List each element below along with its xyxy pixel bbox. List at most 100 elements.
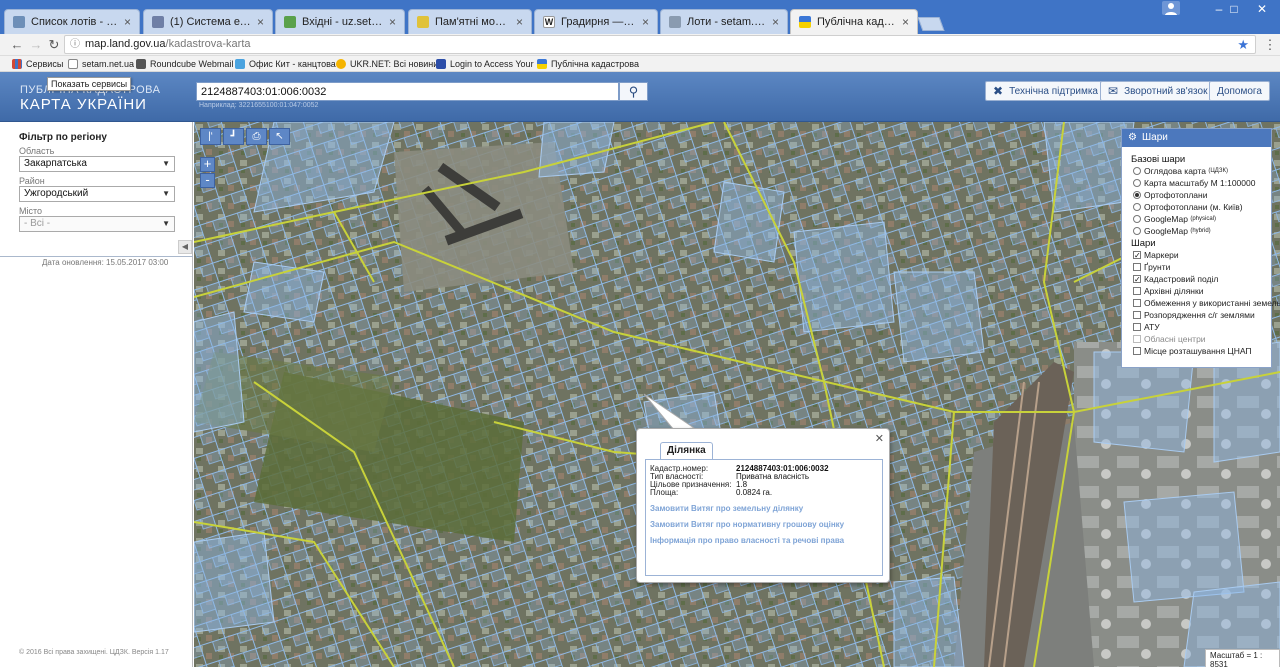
copyright: © 2016 Всі права захищені. ЦДЗК. Версія … [19,649,169,656]
profile-icon[interactable] [1162,1,1180,15]
flag-icon [537,59,547,69]
district-label: Район [19,176,45,186]
app-header: ПУБЛІЧНА КАДАСТРОВА КАРТА УКРАЇНИ ⚲ Напр… [0,72,1280,122]
browser-tab[interactable]: Список лотів - setam.n× [4,9,140,34]
browser-tab[interactable]: Лоти - setam.net.ua× [660,9,788,34]
order-extract-link[interactable]: Замовити Витяг про земельну ділянку [650,504,803,513]
overlay-checkbox[interactable]: Ґрунти [1133,262,1170,272]
feedback-button[interactable]: ✉ Зворотний зв'язок [1100,81,1216,101]
parcel-details: Кадастр.номер: 2124887403:01:006:0032 Тип… [645,459,883,576]
overlay-checkbox[interactable]: ✓ Кадастровий поділ [1133,274,1218,284]
city-label: Місто [19,206,43,216]
help-button[interactable]: Допомога [1209,81,1270,101]
base-layer-option[interactable]: Оглядова карта (ЦДЗК) [1133,166,1228,176]
tab-parcel[interactable]: Ділянка [660,442,713,459]
tools-icon: ✖ [993,84,1004,98]
city-select[interactable]: - Всі - ▼ [19,216,175,232]
base-layer-option-selected[interactable]: Ортофотоплани [1133,190,1207,200]
browser-tab[interactable]: Вхідні - uz.setam@ukr.n× [275,9,405,34]
maximize-icon[interactable]: □ [1220,2,1248,16]
base-layer-option[interactable]: Карта масштабу М 1:100000 [1133,178,1255,188]
checkbox-icon [1133,335,1141,343]
collapse-sidebar-button[interactable]: ◀ [178,240,192,254]
district-select[interactable]: Ужгородський ▼ [19,186,175,202]
overlay-checkbox-disabled: Обласні центри [1133,334,1206,344]
browser-tab-active[interactable]: Публічна кадастрова× [790,9,918,34]
menu-icon[interactable]: ⋮ [1262,37,1278,53]
browser-tab[interactable]: Пам'ятні монети Украї× [408,9,532,34]
checkbox-icon [1133,311,1141,319]
identify-cursor-icon[interactable]: ↖ [269,128,290,145]
map-canvas[interactable] [194,122,1280,667]
address-host: map.land.gov.ua [85,38,166,50]
base-layer-option[interactable]: GoogleMap (physical) [1133,214,1216,224]
address-bar[interactable]: ⓘ map.land.gov.ua/kadastrova-karta ★ [64,35,1256,54]
cadastral-search-input[interactable] [196,82,619,101]
order-valuation-link[interactable]: Замовити Витяг про нормативну грошову оц… [650,520,844,529]
base-layers-title: Базові шари [1131,154,1186,165]
close-tab-icon[interactable]: × [902,15,909,29]
region-select[interactable]: Закарпатська ▼ [19,156,175,172]
overlay-checkbox[interactable]: Архівні ділянки [1133,286,1203,296]
overlay-checkbox[interactable]: Місце розташування ЦНАП [1133,346,1252,356]
support-button[interactable]: ✖ Технічна підтримка [985,81,1106,101]
print-icon[interactable]: ⎙ [246,128,267,145]
ukrnet-icon [336,59,346,69]
close-icon[interactable]: ✕ [875,432,884,445]
overlay-checkbox[interactable]: Обмеження у використанні земель [1133,298,1280,308]
filter-title: Фільтр по регіону [19,132,107,143]
overlay-checkbox[interactable]: АТУ [1133,322,1160,332]
close-tab-icon[interactable]: × [257,15,264,29]
overlay-checkbox[interactable]: ✓ Маркери [1133,250,1179,260]
close-tab-icon[interactable]: × [516,15,523,29]
radio-icon [1133,167,1141,175]
zoom-out-button[interactable]: - [200,173,215,188]
search-example: Наприклад: 3221655100:01:047:0052 [199,102,319,109]
layers-header[interactable]: ⚙ Шари [1122,129,1271,147]
base-layer-option[interactable]: GoogleMap (hybrid) [1133,226,1211,236]
checkbox-icon [1133,287,1141,295]
overlay-checkbox[interactable]: Розпорядження с/г землями [1133,310,1255,320]
base-layer-option[interactable]: Ортофотоплани (м. Київ) [1133,202,1243,212]
bookmark-item[interactable]: Roundcube Webmail [136,57,233,71]
layers-panel: ⚙ Шари Базові шари Оглядова карта (ЦДЗК) … [1121,128,1280,368]
checkbox-checked-icon: ✓ [1133,275,1141,284]
update-date: Дата оновлення: 15.05.2017 03:00 [42,258,169,267]
back-icon[interactable]: ← [9,37,25,53]
close-window-icon[interactable]: ✕ [1248,2,1276,16]
info-icon[interactable]: ⓘ [70,36,80,53]
radio-icon [1133,203,1141,211]
forward-icon[interactable]: → [28,37,44,53]
bookmark-item[interactable]: setam.net.ua [68,57,134,71]
brand-line-2: КАРТА УКРАЇНИ [20,96,147,113]
browser-tab[interactable]: W Градирня — Википедия× [534,9,658,34]
map-toolbar: |‘ ┛ ⎙ ↖ [200,128,290,145]
measure-area-icon[interactable]: ┛ [223,128,244,145]
field-area: Площа: 0.0824 га. [650,488,773,497]
browser-tab[interactable]: (1) Система електронн× [143,9,273,34]
reload-icon[interactable]: ↻ [46,37,62,53]
search-button[interactable]: ⚲ [619,82,648,101]
checkbox-icon [1133,263,1141,271]
close-tab-icon[interactable]: × [389,15,396,29]
checkbox-icon [1133,347,1141,355]
bookmark-item[interactable]: Login to Access Your [436,57,534,71]
close-tab-icon[interactable]: × [772,15,779,29]
bookmark-apps[interactable]: Сервисы [12,57,63,71]
bookmark-item[interactable]: Офис Кит - канцтова [235,57,336,71]
radio-selected-icon [1133,191,1141,199]
doc-icon [13,16,25,28]
close-tab-icon[interactable]: × [124,15,131,29]
close-tab-icon[interactable]: × [642,15,649,29]
new-tab-button[interactable] [917,17,945,31]
measure-length-icon[interactable]: |‘ [200,128,221,145]
chevron-down-icon: ▼ [162,219,170,228]
ownership-info-link[interactable]: Інформація про право власності та речові… [650,536,844,545]
bookmark-star-icon[interactable]: ★ [1237,36,1249,53]
chevron-down-icon: ▼ [162,159,170,168]
zoom-in-button[interactable]: + [200,157,215,172]
region-label: Область [19,146,55,156]
bookmark-item[interactable]: Публічна кадастрова [537,57,639,71]
bookmark-item[interactable]: UKR.NET: Всі новини [336,57,438,71]
coin-icon [417,16,429,28]
